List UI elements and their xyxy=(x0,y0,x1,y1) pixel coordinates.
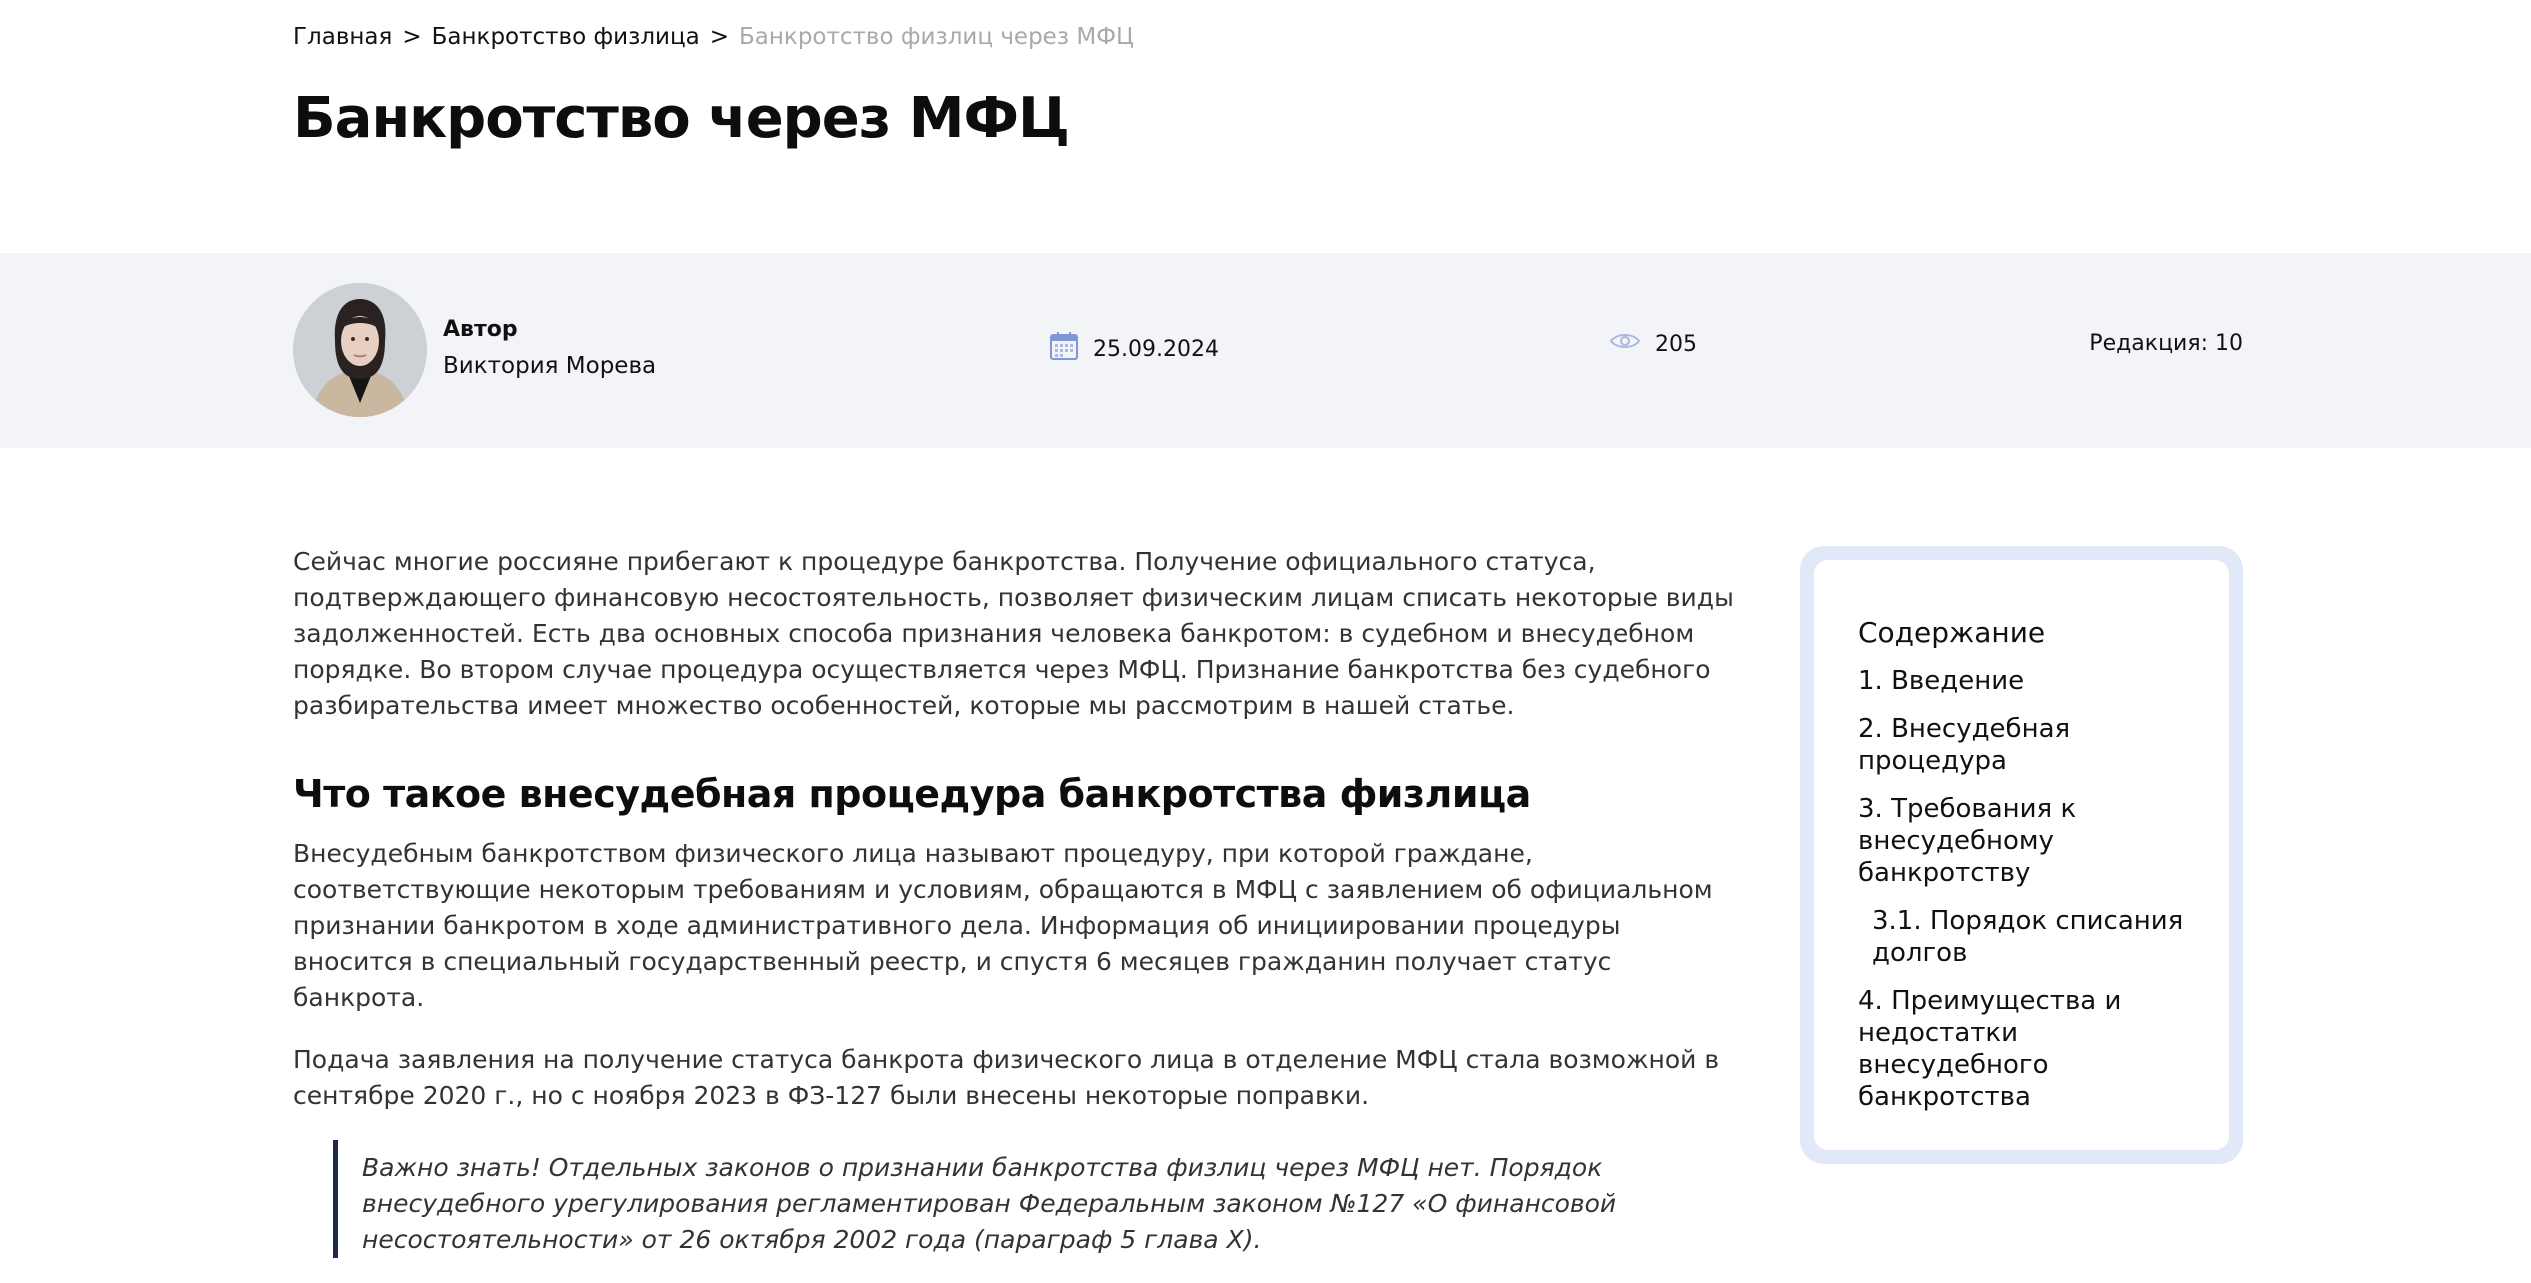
avatar-portrait xyxy=(293,283,427,417)
toc-item-out-of-court-procedure[interactable]: 2. Внесудебная процедура xyxy=(1858,713,2199,777)
toc-item-debt-writeoff-order[interactable]: 3.1. Порядок списания долгов xyxy=(1858,905,2199,969)
breadcrumb-separator: > xyxy=(402,24,422,50)
article-meta-band: Автор Виктория Морева 25.09.2024 205 Ред… xyxy=(0,253,2531,448)
calendar-icon xyxy=(1049,331,1079,367)
breadcrumb-current: Банкротство физлиц через МФЦ xyxy=(739,24,1134,50)
article-body: Сейчас многие россияне прибегают к проце… xyxy=(293,544,1738,1283)
section-heading: Что такое внесудебная процедура банкротс… xyxy=(293,772,1531,816)
article-intro: Сейчас многие россияне прибегают к проце… xyxy=(293,547,1734,720)
toc-title: Содержание xyxy=(1858,616,2046,649)
author-name: Виктория Морева xyxy=(443,353,657,379)
toc-item-pros-cons[interactable]: 4. Преимущества и недостатки внесудебног… xyxy=(1858,985,2199,1113)
revision-label: Редакция: 10 xyxy=(2089,331,2243,356)
article-paragraph: Внесудебным банкротством физического лиц… xyxy=(293,839,1713,1012)
view-count: 205 xyxy=(1609,331,1697,357)
breadcrumb-home-link[interactable]: Главная xyxy=(293,24,392,50)
eye-icon xyxy=(1609,331,1641,357)
breadcrumb: Главная > Банкротство физлица > Банкротс… xyxy=(293,22,2243,52)
toc-item-introduction[interactable]: 1. Введение xyxy=(1858,665,2199,697)
breadcrumb-separator: > xyxy=(709,24,730,50)
author-avatar xyxy=(293,283,427,417)
publish-date-value: 25.09.2024 xyxy=(1093,336,1219,362)
view-count-value: 205 xyxy=(1655,331,1697,357)
toc-item-requirements[interactable]: 3. Требования к внесудебному банкротству xyxy=(1858,793,2199,889)
author-label: Автор xyxy=(443,317,518,342)
table-of-contents: Содержание 1. Введение 2. Внесудебная пр… xyxy=(1800,546,2243,1164)
page-title: Банкротство через МФЦ xyxy=(293,86,1070,151)
article-paragraph: Подача заявления на получение статуса ба… xyxy=(293,1045,1720,1110)
breadcrumb-section-link[interactable]: Банкротство физлица xyxy=(432,24,700,50)
publish-date: 25.09.2024 xyxy=(1049,331,1219,367)
important-note: Важно знать! Отдельных законов о признан… xyxy=(333,1140,1698,1258)
